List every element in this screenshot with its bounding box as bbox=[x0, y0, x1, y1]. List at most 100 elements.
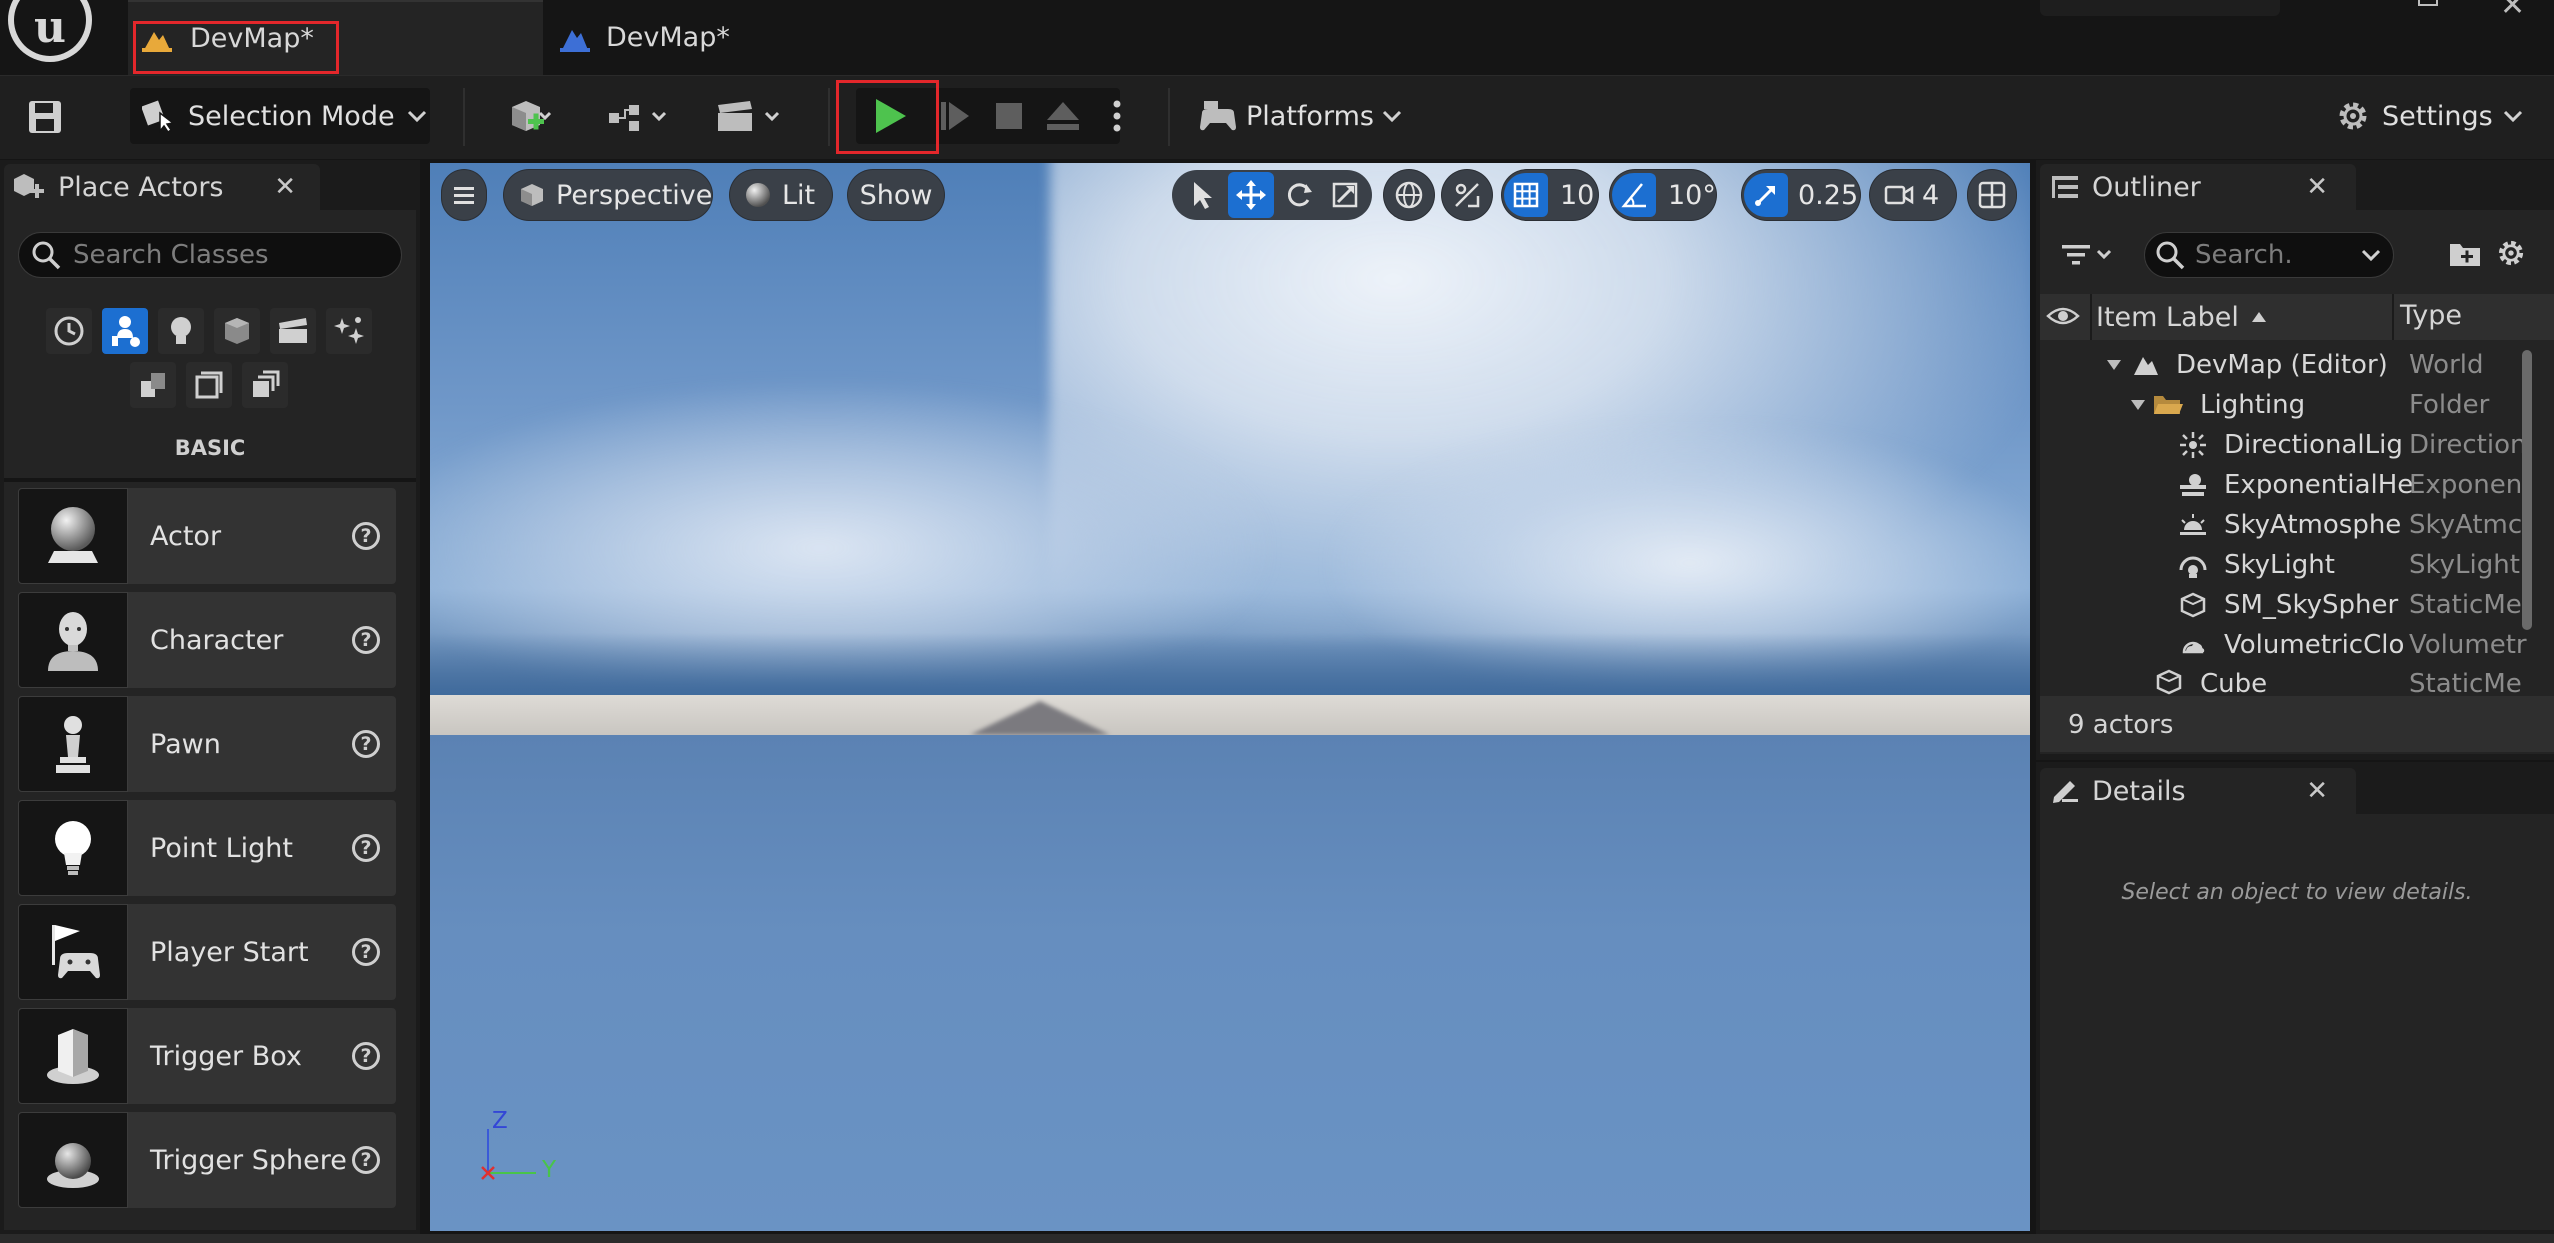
basic-category-button[interactable] bbox=[102, 308, 148, 354]
visibility-eye-icon[interactable] bbox=[2046, 302, 2082, 332]
selection-mode-label: Selection Mode bbox=[188, 100, 395, 132]
outliner-row[interactable]: SM_SkySpher StaticMe bbox=[2042, 585, 2532, 625]
details-pencil-icon bbox=[2050, 777, 2080, 805]
help-icon[interactable]: ? bbox=[352, 730, 380, 758]
outliner-row[interactable]: VolumetricClo Volumetr bbox=[2042, 625, 2532, 665]
status-strip bbox=[0, 1234, 2554, 1243]
all-classes-category-button[interactable] bbox=[242, 362, 288, 408]
outliner-row-type: Direction bbox=[2409, 430, 2527, 460]
rotation-snap-toggle[interactable]: 10° bbox=[1610, 170, 1716, 220]
close-icon[interactable]: ✕ bbox=[274, 172, 296, 202]
world-local-toggle[interactable] bbox=[1384, 170, 1434, 220]
item-label-column-header[interactable]: Item Label bbox=[2096, 300, 2267, 334]
recent-category-button[interactable] bbox=[46, 308, 92, 354]
outliner-row[interactable]: SkyAtmosphe SkyAtmc bbox=[2042, 505, 2532, 545]
outliner-row[interactable]: DevMap (Editor) World bbox=[2042, 345, 2532, 385]
player-start-label: Player Start bbox=[150, 936, 309, 968]
outliner-scrollbar[interactable] bbox=[2522, 350, 2532, 630]
lit-sphere-icon bbox=[744, 181, 772, 209]
outliner-tab[interactable]: Outliner ✕ bbox=[2040, 164, 2356, 210]
help-icon[interactable]: ? bbox=[352, 1042, 380, 1070]
help-icon[interactable]: ? bbox=[352, 938, 380, 966]
help-icon[interactable]: ? bbox=[352, 834, 380, 862]
list-item-character[interactable]: Character ? bbox=[18, 592, 396, 688]
outliner-row[interactable]: SkyLight SkyLight bbox=[2042, 545, 2532, 585]
outliner-row-type: SkyLight bbox=[2409, 550, 2520, 580]
surface-snapping-toggle[interactable] bbox=[1442, 170, 1492, 220]
rotation-snap-value: 10° bbox=[1668, 179, 1716, 211]
actor-list-divider bbox=[4, 478, 416, 482]
outliner-row[interactable]: Cube StaticMe bbox=[2042, 665, 2532, 695]
outliner-row-type: Volumetr bbox=[2409, 630, 2527, 660]
outliner-row[interactable]: Lighting Folder bbox=[2042, 385, 2532, 425]
details-tab[interactable]: Details ✕ bbox=[2040, 768, 2356, 814]
character-icon bbox=[18, 592, 128, 688]
help-icon[interactable]: ? bbox=[352, 1146, 380, 1174]
list-item-actor[interactable]: Actor ? bbox=[18, 488, 396, 584]
close-window-icon[interactable]: ✕ bbox=[2500, 0, 2525, 23]
outliner-title: Outliner bbox=[2092, 171, 2201, 203]
help-icon[interactable]: ? bbox=[352, 522, 380, 550]
trigger-sphere-label: Trigger Sphere bbox=[150, 1144, 347, 1176]
blueprint-level-icon bbox=[560, 24, 590, 52]
grid-snap-toggle[interactable]: 10 bbox=[1502, 170, 1598, 220]
help-icon[interactable]: ? bbox=[352, 626, 380, 654]
maximize-icon[interactable] bbox=[2418, 0, 2438, 6]
selection-mode-dropdown[interactable]: Selection Mode bbox=[130, 88, 430, 144]
outliner-row-type: SkyAtmc bbox=[2409, 510, 2523, 540]
save-icon[interactable] bbox=[20, 92, 70, 142]
perspective-button[interactable]: Perspective bbox=[504, 170, 712, 220]
viewport-menu-button[interactable] bbox=[442, 170, 486, 220]
close-icon[interactable]: ✕ bbox=[2306, 776, 2328, 806]
scale-snap-value: 0.25 bbox=[1798, 179, 1859, 211]
sphere-pedestal-icon bbox=[18, 488, 128, 584]
select-tool-icon[interactable] bbox=[1182, 174, 1224, 216]
lit-button[interactable]: Lit bbox=[730, 170, 832, 220]
search-icon bbox=[31, 240, 61, 270]
more-options-icon[interactable] bbox=[1092, 90, 1142, 142]
list-item-player-start[interactable]: Player Start ? bbox=[18, 904, 396, 1000]
show-button[interactable]: Show bbox=[848, 170, 944, 220]
geometry-category-button[interactable] bbox=[130, 362, 176, 408]
scale-snap-toggle[interactable]: 0.25 bbox=[1742, 170, 1860, 220]
chevron-down-icon bbox=[1382, 109, 1402, 123]
outliner-row-name: VolumetricClo bbox=[2224, 630, 2405, 660]
lights-category-button[interactable] bbox=[158, 308, 204, 354]
type-column-header[interactable]: Type bbox=[2400, 300, 2462, 331]
shapes-category-button[interactable] bbox=[214, 308, 260, 354]
outliner-row[interactable]: ExponentialHe Exponen bbox=[2042, 465, 2532, 505]
outliner-filter-button[interactable] bbox=[2058, 234, 2128, 276]
add-actor-button[interactable] bbox=[490, 92, 570, 142]
toolbar-separator bbox=[1168, 88, 1170, 146]
list-item-trigger-sphere[interactable]: Trigger Sphere ? bbox=[18, 1112, 396, 1208]
camera-speed-button[interactable]: 4 bbox=[1870, 170, 1956, 220]
list-item-point-light[interactable]: Point Light ? bbox=[18, 800, 396, 896]
place-actors-tab[interactable]: Place Actors ✕ bbox=[4, 164, 320, 210]
move-tool-icon[interactable] bbox=[1228, 172, 1274, 218]
visual-effects-category-button[interactable] bbox=[326, 308, 372, 354]
outliner-settings-gear-icon[interactable] bbox=[2494, 236, 2530, 272]
stop-button[interactable] bbox=[984, 90, 1034, 142]
list-item-trigger-box[interactable]: Trigger Box ? bbox=[18, 1008, 396, 1104]
scale-tool-icon[interactable] bbox=[1324, 174, 1366, 216]
class-search-input[interactable]: Search Classes bbox=[18, 232, 402, 278]
outliner-row-type: StaticMe bbox=[2409, 590, 2522, 620]
close-icon[interactable]: ✕ bbox=[2306, 172, 2328, 202]
platforms-dropdown[interactable]: Platforms bbox=[1198, 90, 1408, 142]
level-viewport[interactable]: Z Y bbox=[430, 163, 2030, 1231]
tab-devmap-second[interactable]: DevMap* bbox=[560, 0, 760, 75]
cinematics-menu-button[interactable] bbox=[710, 92, 790, 142]
blueprint-menu-button[interactable] bbox=[600, 92, 680, 142]
rotate-tool-icon[interactable] bbox=[1278, 174, 1320, 216]
list-item-pawn[interactable]: Pawn ? bbox=[18, 696, 396, 792]
outliner-row-name: DirectionalLig bbox=[2224, 430, 2403, 460]
outliner-row[interactable]: DirectionalLig Direction bbox=[2042, 425, 2532, 465]
add-folder-icon[interactable] bbox=[2448, 238, 2484, 274]
eject-button[interactable] bbox=[1038, 90, 1088, 142]
unreal-logo-icon[interactable]: u bbox=[8, 0, 92, 62]
volumes-category-button[interactable] bbox=[186, 362, 232, 408]
outliner-search-input[interactable]: Search. bbox=[2144, 232, 2394, 278]
settings-dropdown[interactable]: Settings bbox=[2334, 90, 2534, 142]
cinematic-category-button[interactable] bbox=[270, 308, 316, 354]
viewport-layout-button[interactable] bbox=[1968, 170, 2016, 220]
